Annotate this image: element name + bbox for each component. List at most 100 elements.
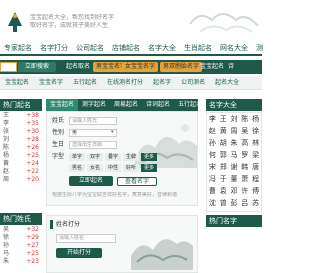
top-nav-item[interactable]: 测 [252, 40, 267, 54]
surname-cell[interactable]: 彭 [229, 197, 240, 209]
sub-nav-item[interactable]: 宝宝名字 [34, 76, 68, 89]
surname-cell[interactable]: 吴 [239, 125, 250, 137]
surname-cell[interactable]: 黄 [218, 125, 229, 137]
birthday-input[interactable]: 选择出生日期 [69, 141, 117, 149]
sub-nav-item[interactable]: 在线测名打分 [102, 76, 148, 89]
view-names-button[interactable]: 查看名字 [117, 177, 157, 186]
surname-cell[interactable]: 沈 [207, 197, 218, 209]
sub-nav-item[interactable]: 起名字 [148, 76, 176, 89]
list-item[interactable]: 徐 +29 [0, 234, 42, 242]
surname-cell[interactable]: 徐 [250, 125, 261, 137]
start-naming-button[interactable]: 立即起名 [69, 176, 113, 186]
surname-cell[interactable]: 陈 [239, 113, 250, 125]
list-item[interactable]: 孙 +27 [0, 242, 42, 250]
list-item[interactable]: 杨 +25 [0, 152, 42, 160]
list-item[interactable]: 李 +35 [0, 120, 42, 128]
top-nav-item[interactable]: 网名大全 [216, 40, 252, 54]
surname-cell[interactable]: 王 [218, 113, 229, 125]
surname-cell[interactable]: 高 [239, 137, 250, 149]
surname-cell[interactable]: 苏 [250, 197, 261, 209]
surname-cell[interactable]: 林 [250, 137, 261, 149]
surname-cell[interactable]: 曾 [218, 197, 229, 209]
surname-cell[interactable]: 邓 [229, 185, 240, 197]
surname-cell[interactable]: 胡 [218, 137, 229, 149]
surname-cell[interactable]: 杨 [250, 113, 261, 125]
list-item[interactable]: 赵 +22 [0, 168, 42, 176]
surname-cell[interactable]: 郭 [218, 149, 229, 161]
top-nav-item[interactable]: 公司起名 [72, 40, 108, 54]
top-nav-item[interactable]: 专家起名 [0, 40, 36, 54]
search-input[interactable] [0, 62, 17, 72]
surname-input[interactable]: 请输入姓氏 [69, 117, 117, 125]
surname-cell[interactable]: 吕 [239, 197, 250, 209]
option-chip[interactable]: 生僻 [123, 153, 139, 161]
surname-cell[interactable]: 傅 [250, 185, 261, 197]
surname-cell[interactable]: 唐 [250, 161, 261, 173]
list-item[interactable]: 朱 +23 [0, 258, 42, 266]
category-item[interactable]: 宝宝起名 [200, 60, 224, 74]
top-nav-item[interactable]: 名字大全 [144, 40, 180, 54]
surname-cell[interactable]: 董 [229, 173, 240, 185]
sub-nav-item[interactable]: 起名大全 [210, 76, 244, 89]
surname-cell[interactable]: 萧 [239, 173, 250, 185]
surname-cell[interactable]: 许 [239, 185, 250, 197]
surname-label: 姓氏 [52, 117, 65, 124]
surname-cell[interactable]: 刘 [229, 113, 240, 125]
option-chip[interactable]: 好听 [123, 164, 139, 172]
tab-character-naming[interactable]: 测字起名 [78, 99, 110, 111]
name-score-button[interactable]: 开始打分 [56, 248, 102, 258]
category-item[interactable]: 诗 [228, 60, 234, 74]
category-item-girl[interactable]: 女宝宝名字 [122, 62, 159, 72]
surname-cell[interactable]: 赵 [207, 125, 218, 137]
more-button-2[interactable]: 更多 [141, 164, 157, 172]
top-nav-item[interactable]: 店铺起名 [108, 40, 144, 54]
surname-cell[interactable]: 马 [229, 149, 240, 161]
surname-cell[interactable]: 梁 [250, 149, 261, 161]
surname-cell[interactable]: 孙 [207, 137, 218, 149]
sub-nav-item[interactable]: 公司测名 [176, 76, 210, 89]
surname-cell[interactable]: 郑 [218, 161, 229, 173]
tab-baby-naming[interactable]: 宝宝起名 [46, 99, 79, 111]
more-button[interactable]: 更多 [141, 153, 157, 161]
tab-poetry-naming[interactable]: 诗词起名 [142, 99, 174, 111]
tab-wuxing-naming[interactable]: 五行起名 [174, 99, 206, 111]
option-chip[interactable]: 女名 [87, 164, 103, 172]
surname-cell[interactable]: 罗 [239, 149, 250, 161]
surname-cell[interactable]: 李 [207, 113, 218, 125]
list-item[interactable]: 陈 +26 [0, 144, 42, 152]
surname-cell[interactable]: 韩 [239, 161, 250, 173]
surname-cell[interactable]: 于 [218, 173, 229, 185]
gender-select[interactable]: 男 [69, 129, 117, 137]
name-score-input[interactable]: 请输入姓名 [56, 234, 116, 243]
option-chip[interactable]: 叠字 [105, 153, 121, 161]
list-item[interactable]: 马 +25 [0, 250, 42, 258]
sub-nav-item[interactable]: 五行起名 [68, 76, 102, 89]
list-item[interactable]: 张 +30 [0, 128, 42, 136]
surname-cell[interactable]: 朱 [229, 137, 240, 149]
list-item[interactable]: 黄 +24 [0, 160, 42, 168]
top-nav-item[interactable]: 生肖起名 [180, 40, 216, 54]
sub-nav-item[interactable]: 宝宝起名 [0, 76, 34, 89]
option-chip[interactable]: 单字 [69, 153, 85, 161]
option-chip[interactable]: 双字 [87, 153, 103, 161]
surname-cell[interactable]: 程 [250, 173, 261, 185]
option-chip[interactable]: 中性 [105, 164, 121, 172]
surname-cell[interactable]: 宋 [207, 161, 218, 173]
surname-cell[interactable]: 周 [229, 125, 240, 137]
surname-cell[interactable]: 谢 [229, 161, 240, 173]
option-chip[interactable]: 男名 [69, 164, 85, 172]
list-item[interactable]: 刘 +28 [0, 136, 42, 144]
tab-zhouyi-naming[interactable]: 周易起名 [110, 99, 142, 111]
category-item-twins[interactable]: 男双胞胎名字 [160, 62, 203, 72]
site-logo[interactable] [2, 6, 28, 36]
list-item[interactable]: 吴 +32 [0, 226, 42, 234]
surname-cell[interactable]: 何 [207, 149, 218, 161]
surname-cell[interactable]: 冯 [207, 173, 218, 185]
surname-cell[interactable]: 袁 [218, 185, 229, 197]
search-button[interactable]: 立即搜索 [18, 62, 56, 72]
top-nav-item[interactable]: 名字打分 [36, 40, 72, 54]
list-item[interactable]: 王 +38 [0, 112, 42, 120]
list-item[interactable]: 周 +20 [0, 176, 42, 184]
category-item[interactable]: 起名取名 [66, 60, 90, 74]
surname-cell[interactable]: 曹 [207, 185, 218, 197]
